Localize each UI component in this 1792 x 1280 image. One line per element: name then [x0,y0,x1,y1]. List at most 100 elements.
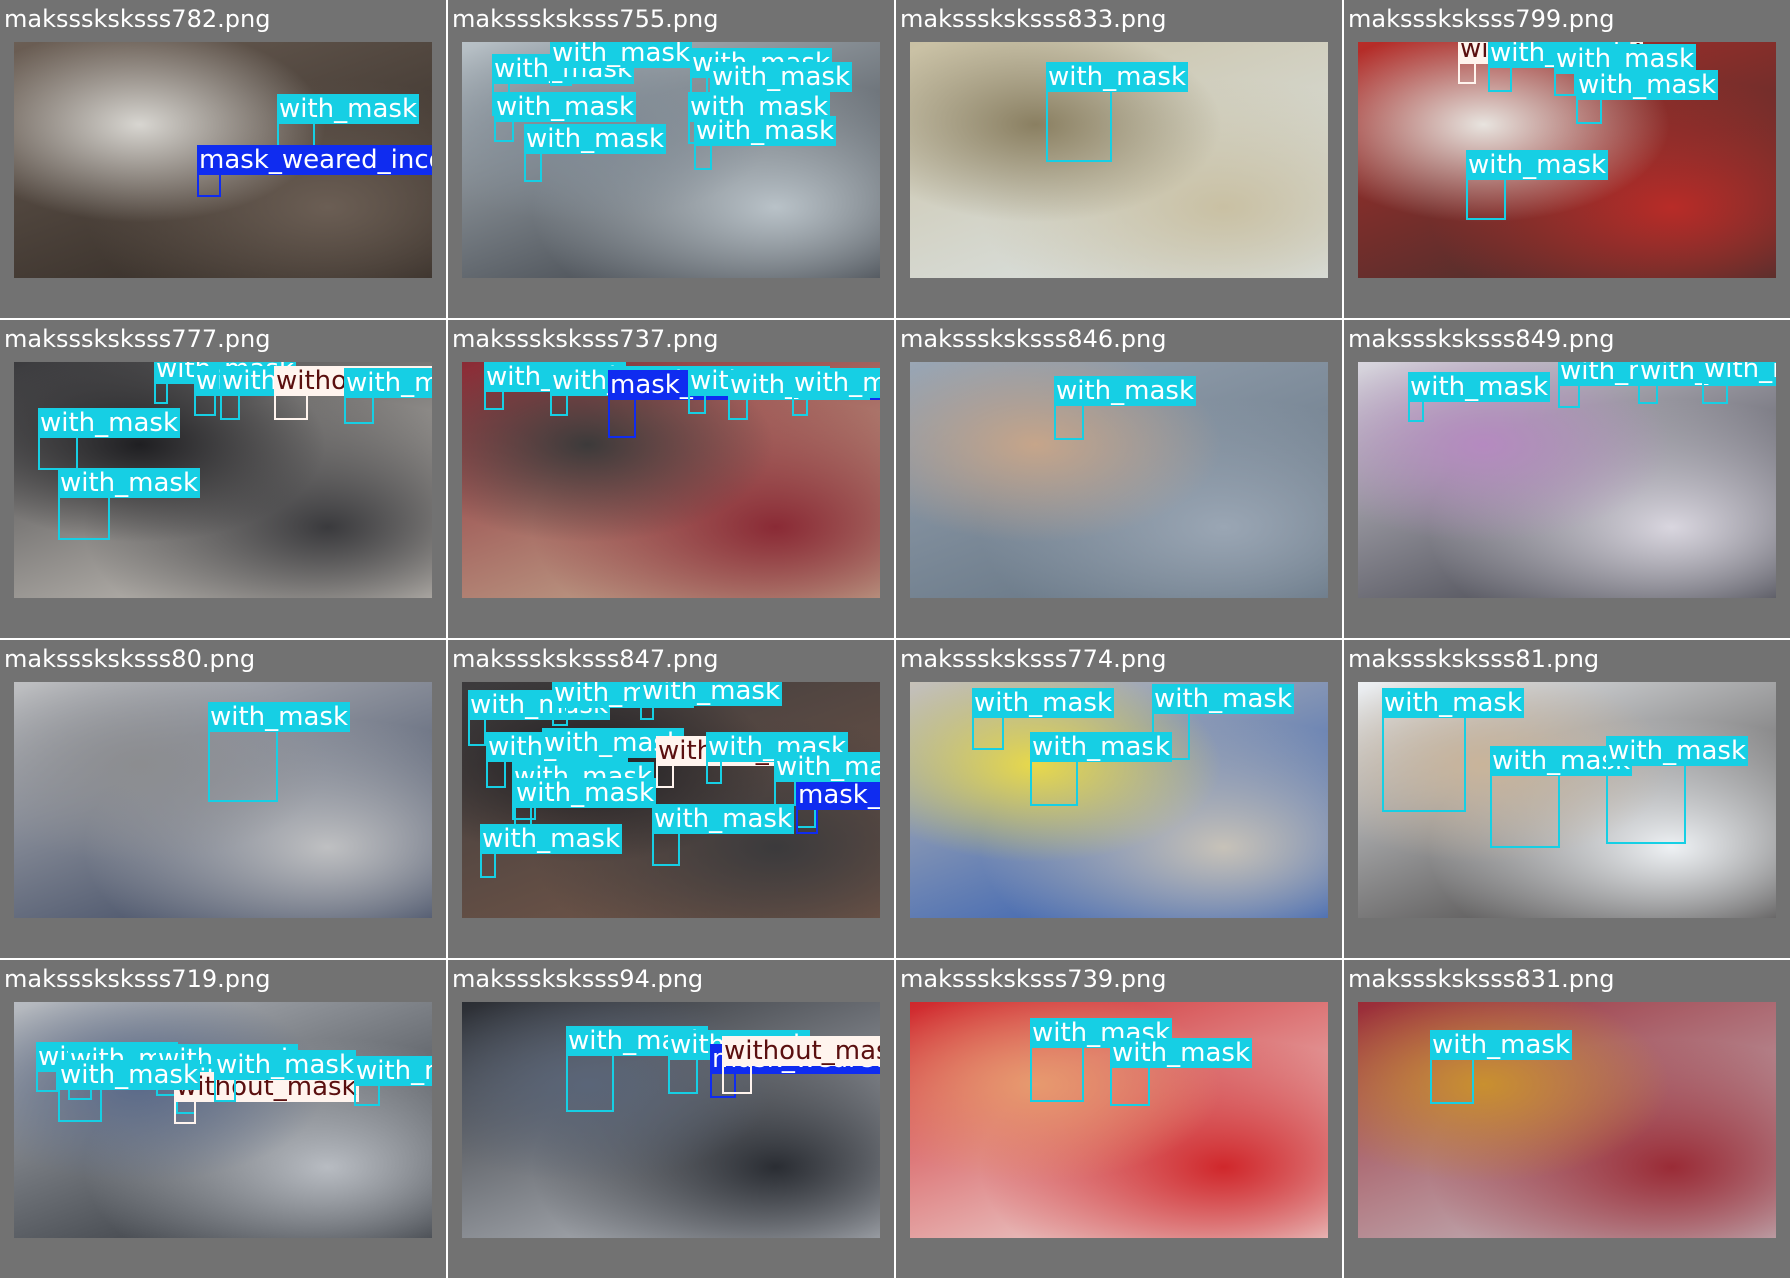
tile-photo: with_maskwith_maskwith_maskwithout_maskw… [14,362,432,598]
detection-box: with_mask [552,682,695,726]
detection-box: with_mask [344,368,432,424]
detection-label: mask_weared_incorrect [796,780,880,810]
detection-box: with_mask [1638,362,1776,404]
detection-label: with_mask [792,368,880,398]
tile-photo: with_maskwith_maskmask_weared_incorrectw… [462,1002,880,1238]
detection-box: with_mask [1558,362,1701,408]
detection-label: with_mask [58,468,201,498]
tile-filename: maksssksksss846.png [900,325,1167,353]
detection-box: without_mask [274,366,432,420]
detection-label: with_mask [550,42,693,68]
detection-box: with_mask [668,1030,811,1094]
tile-photo: with_mask mask_weared_incorrect [14,42,432,278]
detection-box: with_mask [1430,1030,1573,1104]
tile-photo: with_maskwith_maskwith_maskwith_mask [1358,362,1776,598]
detection-label: with_mask [1152,684,1295,714]
detection-box: mask_weared_incorrect [197,145,432,197]
detection-label: with_mask [1576,70,1719,100]
detection-box: with_mask [1030,732,1173,806]
detection-label: with_mask [1606,736,1749,766]
tile: maksssksksss846.png with_mask [896,320,1344,640]
detection-label: with_mask [524,124,667,154]
detection-box: with_mask [1554,44,1697,96]
tile-filename: maksssksksss739.png [900,965,1167,993]
detection-box: with_mask [480,824,623,878]
detection-label: with_mask [1408,372,1551,402]
detection-box: with_mask [728,370,871,420]
detection-label: with_mask [640,682,783,706]
detection-box: with_mask [550,366,693,416]
detection-box: with_mask [1490,746,1633,848]
tile-filename: maksssksksss81.png [1348,645,1600,673]
detection-label: without_mask [722,1036,880,1066]
tile-filename: maksssksksss782.png [4,5,271,33]
tile-photo: with_mask [910,362,1328,598]
detection-box: with_mask [1152,684,1295,760]
tile-filename: maksssksksss777.png [4,325,271,353]
tile: maksssksksss81.png with_mask with_mask with… [1344,640,1792,960]
tile-photo: without_maskwith_maskwith_maskwith_maskw… [1358,42,1776,278]
detection-box: with_mask [1110,1038,1253,1106]
detection-box: with_mask [1606,736,1749,844]
detection-box: with_mask [38,408,181,470]
detection-box: with_mask [484,362,627,410]
detection-box: with_mask [194,366,337,416]
tile: maksssksksss755.png with_mask with_mask wit… [448,0,896,320]
detection-box: with_mask [1382,688,1525,812]
tile-photo: with_mask [910,42,1328,278]
tile-filename: maksssksksss833.png [900,5,1167,33]
tile: maksssksksss80.png with_mask [0,640,448,960]
detection-box: with_mask [486,732,629,788]
tile-photo: with_mask with_mask with_mask [910,682,1328,918]
detection-label: with_mask [277,94,420,124]
detection-label: with_mask [1030,732,1173,762]
detection-box: with_mask [1408,372,1551,422]
detection-box: with_mask [1702,362,1776,404]
tile-filename: maksssksksss755.png [452,5,719,33]
tile: maksssksksss849.png with_mask with_mask wit… [1344,320,1792,640]
detection-box: with_mask [524,124,667,182]
tile: maksssksksss719.pngwith_maskwith_maskwit… [0,960,448,1280]
detection-box: with_mask [774,752,880,806]
detection-box: with_mask [214,1050,357,1102]
tile-filename: maksssksksss849.png [1348,325,1615,353]
tile-photo: with_maskwith_maskwith_maskwith_maskwith… [462,682,880,918]
detection-label: with_mask [1430,1030,1573,1060]
detection-box: with_mask [58,468,201,540]
detection-label: with_mask [208,702,351,732]
detection-label: with_mask [1466,150,1609,180]
detection-mosaic: maksssksksss782.png with_mask mask_weared_… [0,0,1792,1280]
tile-filename: maksssksksss719.png [4,965,271,993]
tile: maksssksksss782.png with_mask mask_weared_… [0,0,448,320]
tile: maksssksksss831.png with_mask [1344,960,1792,1280]
tile-filename: maksssksksss737.png [452,325,719,353]
detection-label: with_mask [1046,62,1189,92]
detection-box: with_mask [1046,62,1189,162]
tile: maksssksksss774.png with_mask with_mask wit… [896,640,1344,960]
tile-photo: with_mask [1358,1002,1776,1238]
tile: maksssksksss737.png with_maskwith_maskmas… [448,320,896,640]
tile: maksssksksss94.png with_maskwith_maskmask… [448,960,896,1280]
detection-label: with_mask [652,804,795,834]
detection-box: with_mask [354,1056,432,1106]
detection-box: with_mask [550,42,693,86]
detection-box: with_mask [468,690,611,746]
tile-photo: with_maskwith_maskmask_weared_incorrectw… [462,362,880,598]
tile: maksssksksss777.pngwith_maskwith_maskwit… [0,320,448,640]
detection-box: with_mask [566,1026,709,1112]
detection-label: with_mask [344,368,432,398]
tile-photo: with_maskwith_maskwith_maskwith_maskwith… [462,42,880,278]
detection-box: with_mask [1488,42,1631,92]
detection-box: with_mask [1576,70,1719,124]
tile: maksssksksss833.png with_mask [896,0,1344,320]
detection-box: with_mask [694,116,837,170]
detection-box: with_mask [58,1060,201,1122]
detection-label: with_mask [354,1056,432,1086]
detection-label: with_mask [1382,688,1525,718]
tile-filename: maksssksksss847.png [452,645,719,673]
detection-label: with_mask [480,824,623,854]
detection-box: with_mask [220,366,363,420]
tile-filename: maksssksksss774.png [900,645,1167,673]
tile-filename: maksssksksss799.png [1348,5,1615,33]
detection-label: with_mask [214,1050,357,1080]
